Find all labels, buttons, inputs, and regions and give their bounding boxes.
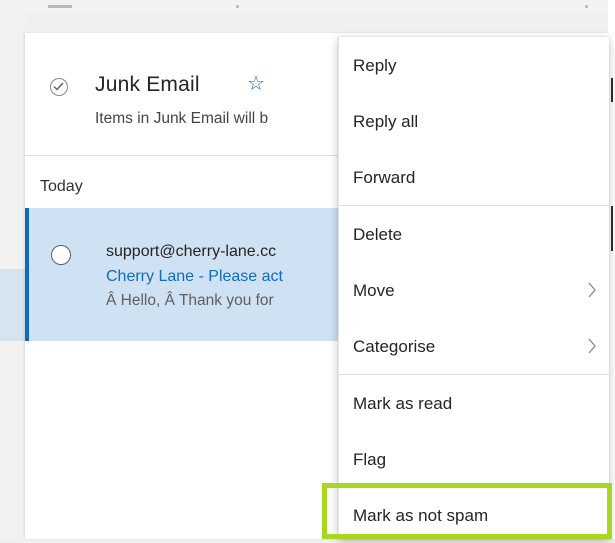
toolbar-tick bbox=[48, 5, 72, 8]
group-header-today: Today bbox=[40, 178, 83, 195]
reading-pane-edge bbox=[608, 0, 615, 539]
folder-title: Junk Email bbox=[95, 73, 200, 96]
menu-item-forward[interactable]: Forward bbox=[339, 149, 609, 205]
chevron-right-icon bbox=[588, 338, 596, 354]
menu-item-move[interactable]: Move bbox=[339, 262, 609, 318]
selection-accent-bar bbox=[25, 208, 29, 341]
folder-pane-selection bbox=[0, 269, 25, 341]
edge-marker bbox=[611, 78, 613, 102]
menu-item-mark-as-read[interactable]: Mark as read bbox=[339, 375, 609, 431]
menu-item-reply[interactable]: Reply bbox=[339, 37, 609, 93]
menu-item-label: Move bbox=[353, 281, 395, 300]
menu-item-delete[interactable]: Delete bbox=[339, 206, 609, 262]
menu-item-flag[interactable]: Flag bbox=[339, 431, 609, 487]
folder-pane-edge bbox=[0, 12, 25, 539]
menu-item-mark-as-not-spam[interactable]: Mark as not spam bbox=[339, 487, 609, 543]
toolbar-tick bbox=[236, 5, 239, 8]
context-menu: Reply Reply all Forward Delete Move Cate… bbox=[338, 37, 609, 539]
email-subject: Cherry Lane - Please act bbox=[106, 268, 283, 285]
folder-note: Items in Junk Email will b bbox=[95, 110, 269, 127]
menu-item-label: Mark as read bbox=[353, 394, 453, 413]
menu-item-label: Categorise bbox=[353, 337, 436, 356]
menu-item-label: Reply bbox=[353, 56, 397, 75]
menu-item-label: Flag bbox=[353, 450, 387, 469]
menu-item-label: Forward bbox=[353, 168, 416, 187]
star-outline-icon[interactable]: ☆ bbox=[247, 73, 265, 95]
chevron-right-icon bbox=[588, 282, 596, 298]
check-circle-icon[interactable] bbox=[50, 78, 68, 96]
menu-item-label: Reply all bbox=[353, 112, 419, 131]
menu-item-label: Mark as not spam bbox=[353, 506, 489, 525]
toolbar-tick bbox=[585, 5, 588, 8]
menu-item-label: Delete bbox=[353, 225, 403, 244]
menu-item-categorise[interactable]: Categorise bbox=[339, 318, 609, 374]
top-toolbar-strip bbox=[0, 0, 615, 12]
email-preview: Â Hello, Â Thank you for bbox=[106, 292, 274, 309]
menu-item-reply-all[interactable]: Reply all bbox=[339, 93, 609, 149]
select-email-radio[interactable] bbox=[51, 245, 71, 265]
email-sender: support@cherry-lane.cc bbox=[106, 243, 277, 260]
edge-marker bbox=[611, 206, 613, 251]
